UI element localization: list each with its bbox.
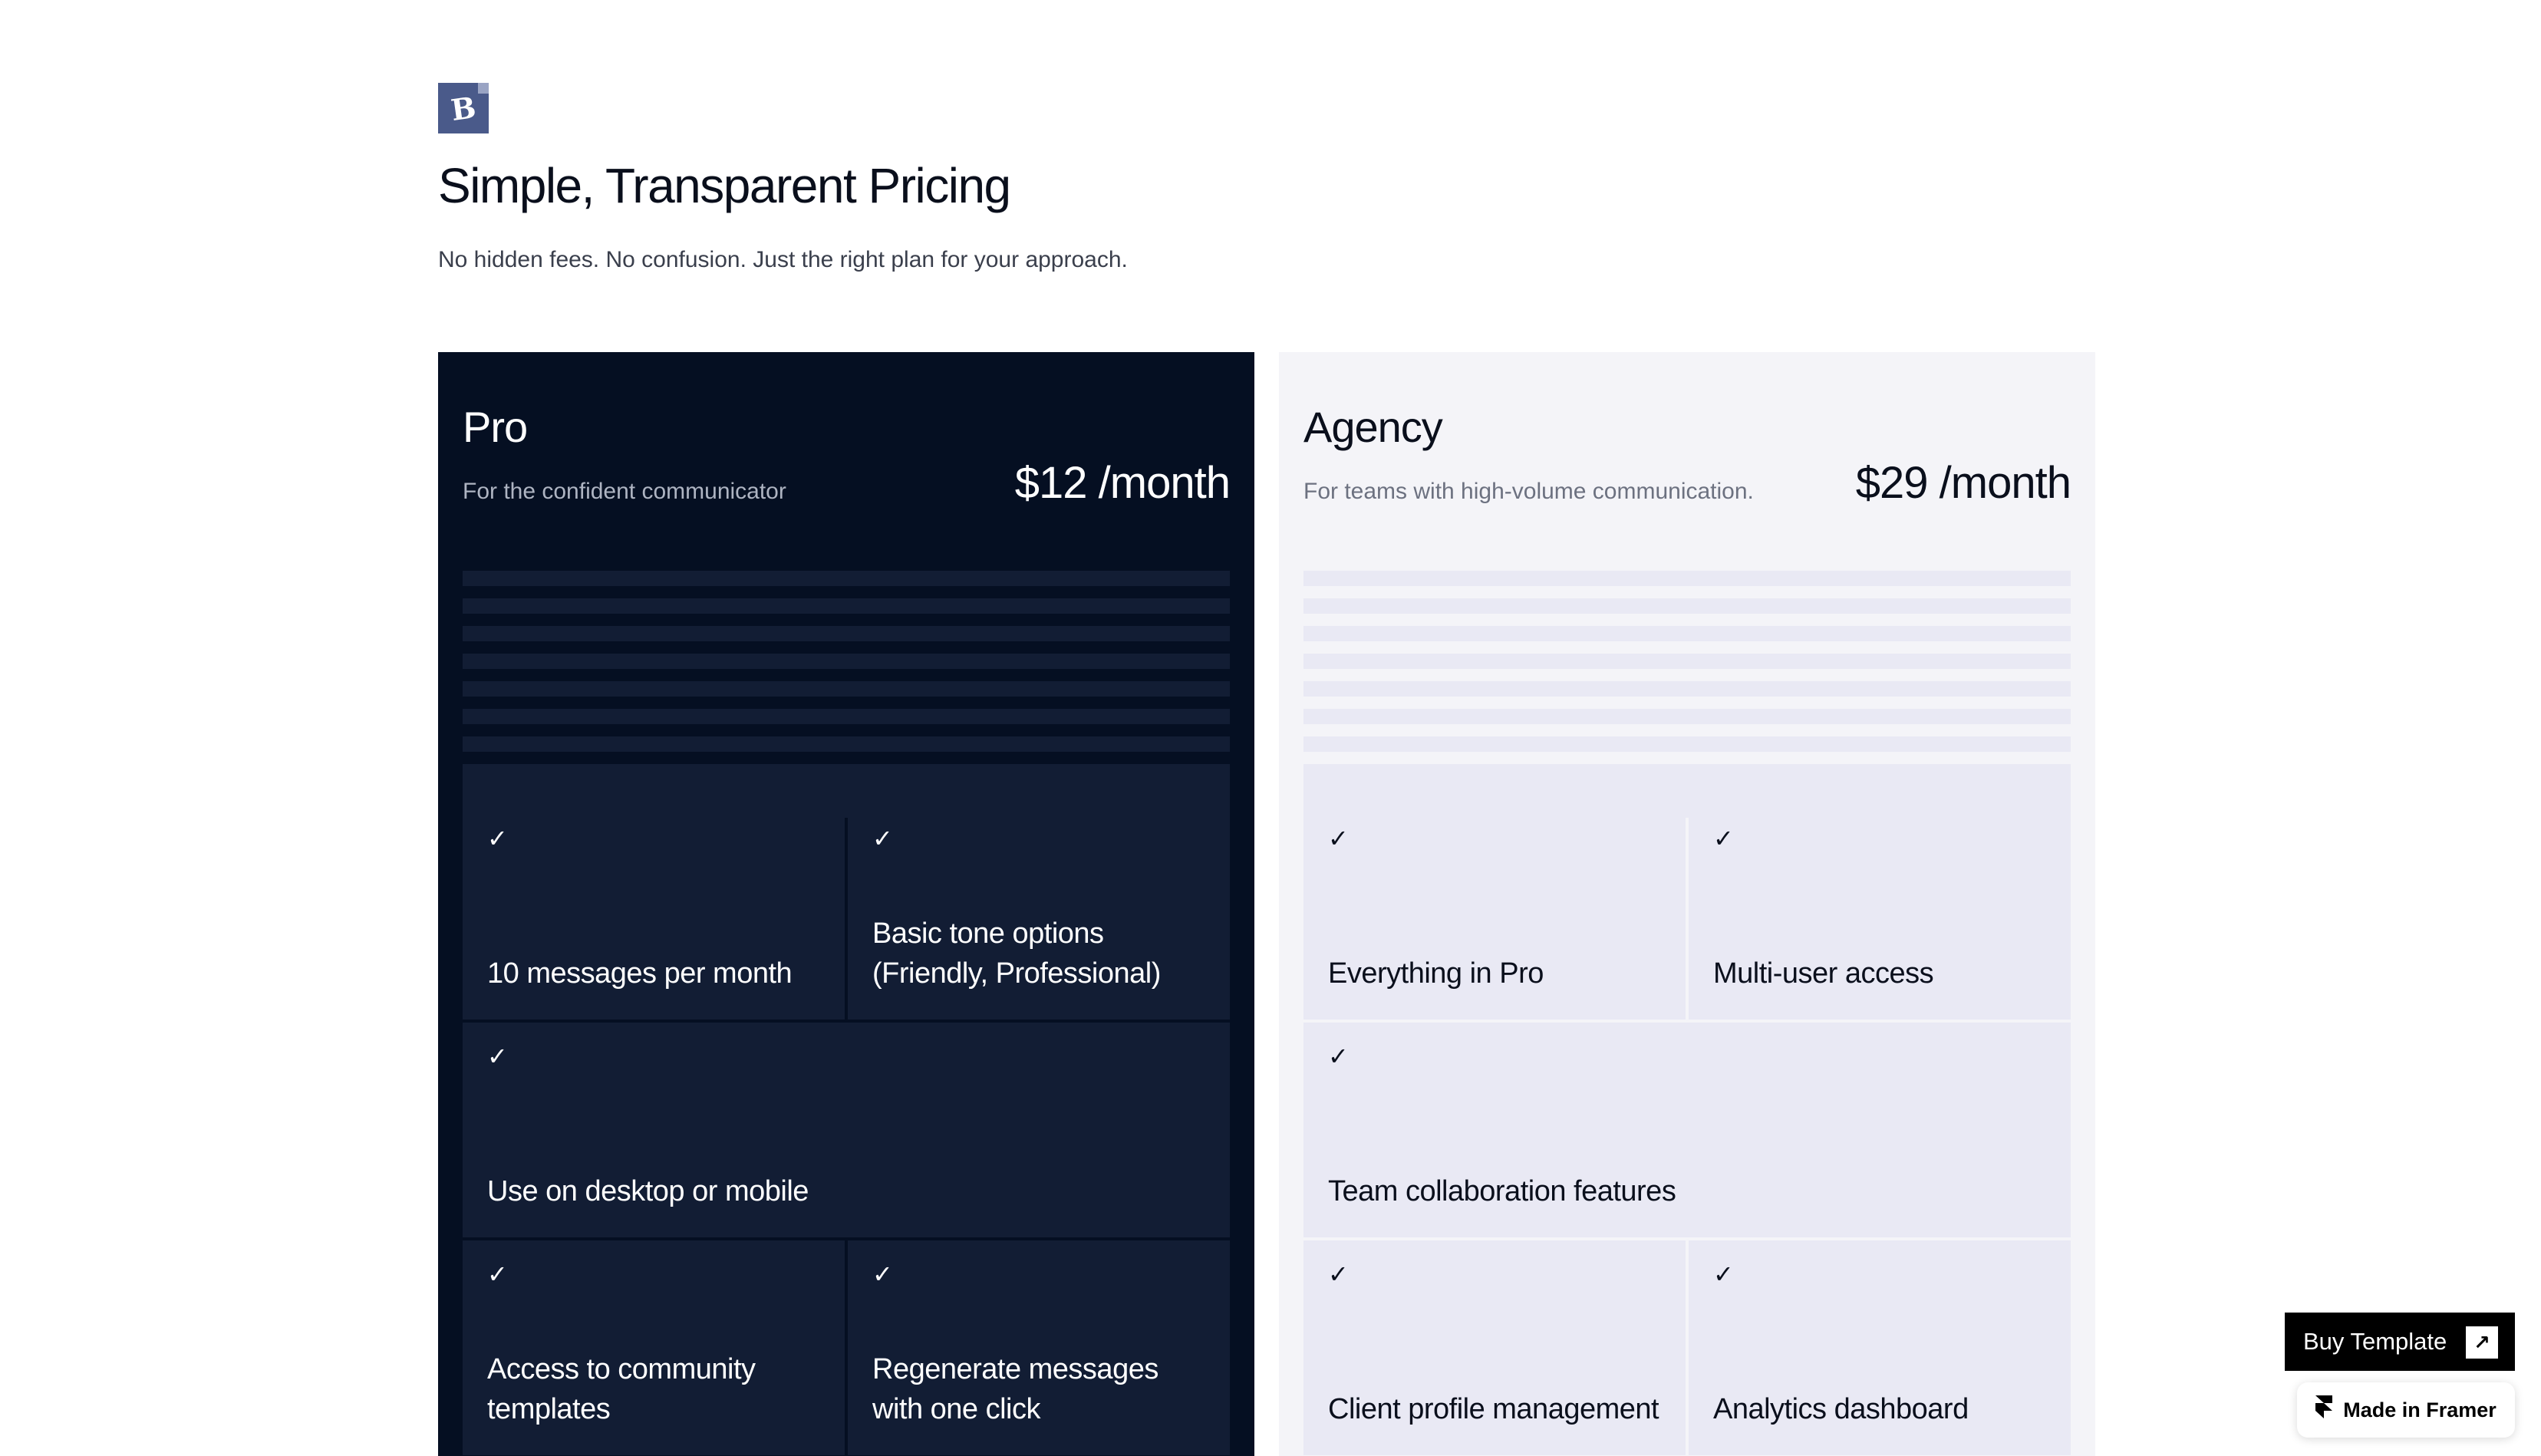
feature-text: Everything in Pro	[1328, 957, 1544, 990]
checkmark-icon: ✓	[1328, 1260, 1349, 1288]
checkmark-icon: ✓	[1713, 1260, 1734, 1288]
feature-text: Basic tone options (Friendly, Profession…	[872, 917, 1161, 990]
feature-cell: ✓ Basic tone options (Friendly, Professi…	[848, 805, 1230, 1020]
plan-name: Agency	[1303, 403, 1443, 451]
brand-logo[interactable]: B	[438, 83, 489, 133]
feature-grid: ✓ 10 messages per month ✓ Basic tone opt…	[463, 805, 1230, 1455]
feature-cell: ✓ Regenerate messages with one click	[848, 1240, 1230, 1455]
feature-cell: ✓ Client profile management	[1303, 1240, 1686, 1455]
feature-text: Regenerate messages with one click	[872, 1353, 1158, 1425]
checkmark-icon: ✓	[1328, 1043, 1349, 1070]
feature-text: Team collaboration features	[1328, 1175, 1676, 1207]
feature-text: Multi-user access	[1713, 957, 1934, 990]
checkmark-icon: ✓	[1328, 825, 1349, 852]
feature-cell: ✓ Use on desktop or mobile	[463, 1023, 1230, 1237]
feature-cell: ✓ Everything in Pro	[1303, 805, 1686, 1020]
logo-b-icon: B	[448, 89, 479, 127]
made-in-framer-button[interactable]: Made in Framer	[2297, 1382, 2515, 1438]
feature-text: 10 messages per month	[487, 957, 793, 990]
framer-logo-icon	[2315, 1395, 2333, 1425]
feature-text: Access to community templates	[487, 1353, 756, 1425]
plan-name: Pro	[463, 403, 528, 451]
plan-card-pro: Pro For the confident communicator $12 /…	[438, 352, 1254, 1456]
made-in-framer-label: Made in Framer	[2343, 1398, 2497, 1421]
feature-text: Analytics dashboard	[1713, 1393, 1969, 1425]
plan-description: For the confident communicator	[463, 479, 786, 504]
arrow-up-right-icon: ↗	[2466, 1326, 2498, 1359]
buy-template-label: Buy Template	[2303, 1328, 2447, 1355]
plan-card-agency: Agency For teams with high-volume commun…	[1279, 352, 2095, 1456]
feature-cell: ✓ Multi-user access	[1689, 805, 2071, 1020]
checkmark-icon: ✓	[872, 1260, 893, 1288]
decorative-stripes	[1303, 571, 2071, 818]
checkmark-icon: ✓	[487, 1043, 508, 1070]
feature-text: Use on desktop or mobile	[487, 1175, 809, 1207]
feature-cell: ✓ Access to community templates	[463, 1240, 845, 1455]
feature-grid: ✓ Everything in Pro ✓ Multi-user access …	[1303, 805, 2071, 1455]
checkmark-icon: ✓	[1713, 825, 1734, 852]
plan-price: $29 /month	[1855, 458, 2071, 508]
feature-cell: ✓ 10 messages per month	[463, 805, 845, 1020]
plan-price: $12 /month	[1014, 458, 1231, 508]
decorative-stripes	[463, 571, 1230, 818]
checkmark-icon: ✓	[487, 825, 508, 852]
feature-cell: ✓ Analytics dashboard	[1689, 1240, 2071, 1455]
page-subtitle: No hidden fees. No confusion. Just the r…	[438, 247, 1128, 272]
checkmark-icon: ✓	[487, 1260, 508, 1288]
feature-cell: ✓ Team collaboration features	[1303, 1023, 2071, 1237]
feature-text: Client profile management	[1328, 1393, 1659, 1425]
page-title: Simple, Transparent Pricing	[438, 158, 1011, 213]
checkmark-icon: ✓	[872, 825, 893, 852]
buy-template-button[interactable]: Buy Template ↗	[2285, 1313, 2515, 1371]
plan-description: For teams with high-volume communication…	[1303, 479, 1754, 504]
pricing-page: B Simple, Transparent Pricing No hidden …	[0, 0, 2541, 1456]
